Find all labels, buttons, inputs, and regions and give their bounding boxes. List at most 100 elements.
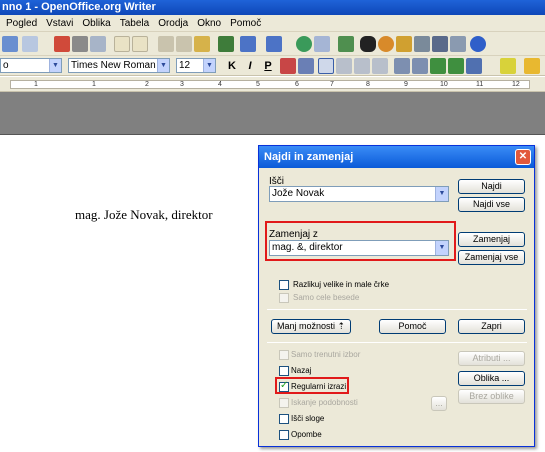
formatting-toolbar: o ▼ Times New Roman ▼ 12 ▼ K I P bbox=[0, 56, 545, 76]
numbering-icon[interactable] bbox=[394, 58, 410, 74]
ruler-tick: 3 bbox=[180, 81, 184, 88]
close-icon[interactable]: ✕ bbox=[515, 149, 531, 165]
styles-checkbox[interactable] bbox=[279, 414, 289, 424]
find-replace-icon[interactable] bbox=[360, 36, 376, 52]
whole-words-label: Samo cele besede bbox=[293, 293, 360, 302]
menu-table[interactable]: Tabela bbox=[120, 18, 149, 29]
document-text[interactable]: mag. Jože Novak, direktor bbox=[75, 207, 213, 223]
align-center-icon[interactable] bbox=[336, 58, 352, 74]
horizontal-ruler[interactable]: 1 1 2 3 4 5 6 7 8 9 10 11 12 bbox=[0, 77, 545, 92]
replace-all-button[interactable]: Zamenjaj vse bbox=[458, 250, 525, 265]
redo-icon[interactable] bbox=[266, 36, 282, 52]
comments-checkbox[interactable] bbox=[279, 430, 289, 440]
separator bbox=[267, 309, 527, 310]
justify-icon[interactable] bbox=[372, 58, 388, 74]
format-button[interactable]: Oblika ... bbox=[458, 371, 525, 386]
table-icon[interactable] bbox=[314, 36, 330, 52]
font-name-select[interactable]: Times New Roman ▼ bbox=[68, 58, 170, 73]
highlight-box bbox=[275, 377, 349, 394]
ruler-tick: 4 bbox=[218, 81, 222, 88]
print-icon[interactable] bbox=[72, 36, 88, 52]
standard-toolbar bbox=[0, 32, 545, 56]
bullets-icon[interactable] bbox=[412, 58, 428, 74]
chevron-down-icon[interactable]: ▼ bbox=[157, 59, 169, 72]
page-preview-icon[interactable] bbox=[90, 36, 106, 52]
data-sources-icon[interactable] bbox=[414, 36, 430, 52]
spellcheck-icon[interactable] bbox=[114, 36, 130, 52]
menu-help[interactable]: Pomoč bbox=[230, 18, 261, 29]
increase-indent-icon[interactable] bbox=[448, 58, 464, 74]
paste-icon[interactable] bbox=[194, 36, 210, 52]
menu-tools[interactable]: Orodja bbox=[158, 18, 188, 29]
font-color-a-icon[interactable] bbox=[466, 58, 482, 74]
styles-icon[interactable] bbox=[298, 58, 314, 74]
find-replace-dialog: Najdi in zamenjaj ✕ Išči Jože Novak ▼ Na… bbox=[258, 145, 535, 447]
gallery-icon[interactable] bbox=[396, 36, 412, 52]
menu-insert[interactable]: Vstavi bbox=[46, 18, 73, 29]
search-input[interactable]: Jože Novak ▼ bbox=[269, 186, 449, 202]
find-all-button[interactable]: Najdi vse bbox=[458, 197, 525, 212]
ruler-tick: 6 bbox=[295, 81, 299, 88]
zoom-icon[interactable] bbox=[450, 36, 466, 52]
similarity-settings-button[interactable]: ... bbox=[431, 396, 447, 411]
less-options-button[interactable]: Manj možnosti ⇡ bbox=[271, 319, 351, 334]
autospellcheck-icon[interactable] bbox=[132, 36, 148, 52]
current-selection-checkbox[interactable] bbox=[279, 350, 289, 360]
similarity-label: Iskanje podobnosti bbox=[291, 398, 358, 407]
hyperlink-icon[interactable] bbox=[296, 36, 312, 52]
align-left-icon[interactable] bbox=[318, 58, 334, 74]
chevron-down-icon[interactable]: ▼ bbox=[435, 187, 448, 201]
menu-window[interactable]: Okno bbox=[197, 18, 221, 29]
ruler-tick: 2 bbox=[145, 81, 149, 88]
whole-words-checkbox[interactable] bbox=[279, 293, 289, 303]
background-color-icon[interactable] bbox=[524, 58, 540, 74]
save-icon[interactable] bbox=[2, 36, 18, 52]
paragraph-style-value: o bbox=[3, 60, 9, 71]
match-case-checkbox[interactable] bbox=[279, 280, 289, 290]
styles-label: Išči sloge bbox=[291, 414, 325, 423]
ruler-tick: 11 bbox=[476, 81, 484, 88]
bold-button[interactable]: K bbox=[224, 58, 240, 74]
backwards-checkbox[interactable] bbox=[279, 366, 289, 376]
menu-view[interactable]: Pogled bbox=[6, 18, 37, 29]
ruler-tick: 10 bbox=[440, 81, 448, 88]
underline-button[interactable]: P bbox=[260, 58, 276, 74]
help-button[interactable]: Pomoč bbox=[379, 319, 446, 334]
replace-button[interactable]: Zamenjaj bbox=[458, 232, 525, 247]
chevron-down-icon[interactable]: ▼ bbox=[49, 59, 61, 72]
cut-icon[interactable] bbox=[158, 36, 174, 52]
nonprinting-chars-icon[interactable] bbox=[432, 36, 448, 52]
font-name-value: Times New Roman bbox=[71, 60, 156, 71]
undo-icon[interactable] bbox=[240, 36, 256, 52]
window-title: nno 1 - OpenOffice.org Writer bbox=[2, 1, 156, 13]
font-color-icon[interactable] bbox=[280, 58, 296, 74]
copy-icon[interactable] bbox=[176, 36, 192, 52]
highlight-icon[interactable] bbox=[500, 58, 516, 74]
paragraph-style-select[interactable]: o ▼ bbox=[0, 58, 62, 73]
draw-icon[interactable] bbox=[338, 36, 354, 52]
edit-file-icon[interactable] bbox=[22, 36, 38, 52]
ruler-track bbox=[10, 80, 530, 89]
align-right-icon[interactable] bbox=[354, 58, 370, 74]
italic-button[interactable]: I bbox=[242, 58, 258, 74]
similarity-checkbox[interactable] bbox=[279, 398, 289, 408]
help-icon[interactable] bbox=[470, 36, 486, 52]
font-size-value: 12 bbox=[179, 60, 191, 71]
decrease-indent-icon[interactable] bbox=[430, 58, 446, 74]
highlight-box bbox=[265, 221, 456, 261]
font-size-select[interactable]: 12 ▼ bbox=[176, 58, 216, 73]
separator bbox=[267, 342, 527, 343]
no-format-button[interactable]: Brez oblike bbox=[458, 389, 525, 404]
close-button[interactable]: Zapri bbox=[458, 319, 525, 334]
dialog-title: Najdi in zamenjaj bbox=[264, 151, 354, 163]
find-button[interactable]: Najdi bbox=[458, 179, 525, 194]
chevron-up-icon: ⇡ bbox=[337, 321, 346, 331]
format-paintbrush-icon[interactable] bbox=[218, 36, 234, 52]
attributes-button[interactable]: Atributi ... bbox=[458, 351, 525, 366]
dialog-title-bar[interactable]: Najdi in zamenjaj ✕ bbox=[259, 146, 534, 168]
menu-format[interactable]: Oblika bbox=[82, 18, 110, 29]
ruler-tick: 8 bbox=[366, 81, 370, 88]
navigator-icon[interactable] bbox=[378, 36, 394, 52]
chevron-down-icon[interactable]: ▼ bbox=[203, 59, 215, 72]
export-pdf-icon[interactable] bbox=[54, 36, 70, 52]
